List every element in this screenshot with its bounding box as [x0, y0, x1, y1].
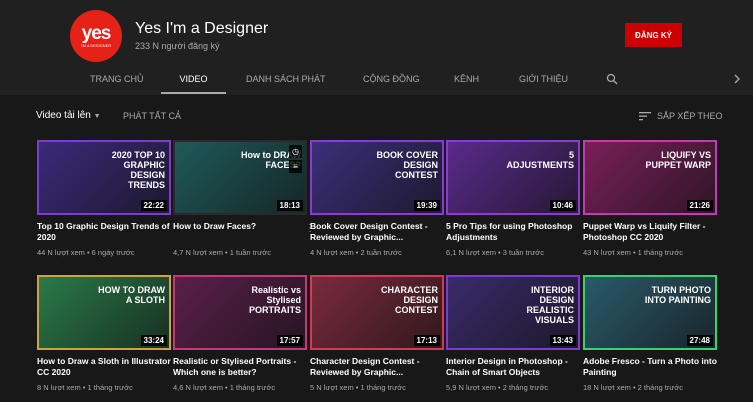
video-duration: 33:24	[140, 335, 167, 346]
video-thumbnail[interactable]: INTERIOR DESIGN REALISTIC VISUALS 13:43	[446, 275, 580, 350]
video-thumbnail[interactable]: 2020 TOP 10 GRAPHIC DESIGN TRENDS 22:22	[37, 140, 171, 215]
channel-header: yes I'M A DESIGNER Yes I'm a Designer 233…	[0, 0, 753, 95]
video-card[interactable]: CHARACTER DESIGN CONTEST 17:13 Character…	[310, 275, 444, 392]
video-title[interactable]: Realistic or Stylised Portraits - Which …	[173, 356, 307, 378]
video-title[interactable]: Top 10 Graphic Design Trends of 2020	[37, 221, 171, 243]
tab-videos[interactable]: VIDEO	[161, 72, 226, 94]
thumbnail-text: INTERIOR DESIGN REALISTIC VISUALS	[526, 285, 574, 325]
thumbnail-text: LIQUIFY VS PUPPET WARP	[645, 150, 711, 170]
video-card[interactable]: Realistic vs Stylised PORTRAITS 17:57 Re…	[173, 275, 307, 392]
video-toolbar: Video tải lên ▼ PHÁT TẤT CẢ SẮP XẾP THEO	[0, 110, 753, 126]
video-meta: 5 N lượt xem • 1 tháng trước	[310, 383, 406, 392]
video-duration: 13:43	[549, 335, 576, 346]
video-thumbnail[interactable]: CHARACTER DESIGN CONTEST 17:13	[310, 275, 444, 350]
thumbnail-text: TURN PHOTO INTO PAINTING	[644, 285, 711, 305]
video-meta: 6,1 N lượt xem • 3 tuần trước	[446, 248, 544, 257]
video-meta: 18 N lượt xem • 2 tháng trước	[583, 383, 684, 392]
video-thumbnail[interactable]: 5 ADJUSTMENTS 10:46	[446, 140, 580, 215]
tab-channels[interactable]: KÊNH	[454, 72, 479, 94]
video-duration: 19:39	[413, 200, 440, 211]
video-thumbnail[interactable]: TURN PHOTO INTO PAINTING 27:48	[583, 275, 717, 350]
thumbnail-text: HOW TO DRAW A SLOTH	[98, 285, 165, 305]
thumbnail-text: 2020 TOP 10 GRAPHIC DESIGN TRENDS	[111, 150, 165, 190]
search-icon[interactable]	[606, 73, 618, 85]
video-title[interactable]: How to Draw Faces?	[173, 221, 307, 243]
video-title[interactable]: Interior Design in Photoshop - Chain of …	[446, 356, 580, 378]
channel-avatar[interactable]: yes I'M A DESIGNER	[70, 10, 122, 62]
thumbnail-text: Realistic vs Stylised PORTRAITS	[248, 285, 301, 315]
video-title[interactable]: Book Cover Design Contest - Reviewed by …	[310, 221, 444, 243]
thumbnail-text: 5 ADJUSTMENTS	[506, 150, 574, 170]
video-title[interactable]: Adobe Fresco - Turn a Photo into Paintin…	[583, 356, 717, 378]
caret-down-icon: ▼	[93, 113, 101, 120]
video-meta: 5,9 N lượt xem • 2 tháng trước	[446, 383, 549, 392]
video-card[interactable]: INTERIOR DESIGN REALISTIC VISUALS 13:43 …	[446, 275, 580, 392]
channel-name: Yes I'm a Designer	[135, 20, 269, 37]
video-duration: 17:13	[413, 335, 440, 346]
channel-tabs: TRANG CHỦ VIDEO DANH SÁCH PHÁT CỘNG ĐỒNG…	[0, 72, 753, 94]
add-to-queue-icon[interactable]: ≡	[289, 160, 302, 173]
video-card[interactable]: TURN PHOTO INTO PAINTING 27:48 Adobe Fre…	[583, 275, 717, 392]
tab-community[interactable]: CỘNG ĐỒNG	[363, 72, 420, 94]
subscribe-button[interactable]: ĐĂNG KÝ	[625, 23, 682, 47]
tab-home[interactable]: TRANG CHỦ	[90, 72, 144, 94]
video-meta: 4 N lượt xem • 2 tuần trước	[310, 248, 402, 257]
video-thumbnail[interactable]: BOOK COVER DESIGN CONTEST 19:39	[310, 140, 444, 215]
sort-icon[interactable]	[639, 111, 651, 121]
video-meta: 43 N lượt xem • 1 tháng trước	[583, 248, 684, 257]
video-meta: 4,6 N lượt xem • 1 tháng trước	[173, 383, 276, 392]
video-card[interactable]: How to DRAW FACES? ◷ ≡ 18:13 How to Draw …	[173, 140, 315, 257]
video-duration: 10:46	[549, 200, 576, 211]
video-card[interactable]: BOOK COVER DESIGN CONTEST 19:39 Book Cov…	[310, 140, 444, 257]
video-duration: 17:57	[276, 335, 303, 346]
tab-about[interactable]: GIỚI THIỆU	[519, 72, 568, 94]
video-title[interactable]: How to Draw a Sloth in Illustrator CC 20…	[37, 356, 171, 378]
video-meta: 44 N lượt xem • 6 ngày trước	[37, 248, 135, 257]
subscriber-count: 233 N người đăng ký	[135, 41, 220, 51]
video-thumbnail[interactable]: Realistic vs Stylised PORTRAITS 17:57	[173, 275, 307, 350]
video-thumbnail[interactable]: HOW TO DRAW A SLOTH 33:24	[37, 275, 171, 350]
video-meta: 8 N lượt xem • 1 tháng trước	[37, 383, 133, 392]
tab-playlists[interactable]: DANH SÁCH PHÁT	[246, 72, 326, 94]
video-duration: 18:13	[276, 200, 303, 211]
uploads-dropdown[interactable]: Video tải lên ▼	[36, 110, 101, 121]
watch-later-icon[interactable]: ◷	[289, 145, 302, 158]
video-card[interactable]: 5 ADJUSTMENTS 10:46 5 Pro Tips for using…	[446, 140, 580, 257]
video-card[interactable]: HOW TO DRAW A SLOTH 33:24 How to Draw a …	[37, 275, 171, 392]
sort-button[interactable]: SẮP XẾP THEO	[657, 111, 723, 121]
chevron-right-icon[interactable]	[733, 74, 741, 84]
thumbnail-text: CHARACTER DESIGN CONTEST	[381, 285, 438, 315]
video-thumbnail[interactable]: LIQUIFY VS PUPPET WARP 21:26	[583, 140, 717, 215]
video-title[interactable]: Character Design Contest - Reviewed by G…	[310, 356, 444, 378]
video-meta: 4,7 N lượt xem • 1 tuần trước	[173, 248, 271, 257]
thumbnail-text: BOOK COVER DESIGN CONTEST	[376, 150, 438, 180]
video-thumbnail[interactable]: How to DRAW FACES? ◷ ≡ 18:13	[173, 140, 307, 215]
play-all-button[interactable]: PHÁT TẤT CẢ	[123, 111, 181, 121]
video-card[interactable]: 2020 TOP 10 GRAPHIC DESIGN TRENDS 22:22 …	[37, 140, 171, 257]
video-title[interactable]: 5 Pro Tips for using Photoshop Adjustmen…	[446, 221, 580, 243]
video-duration: 27:48	[686, 335, 713, 346]
video-card[interactable]: LIQUIFY VS PUPPET WARP 21:26 Puppet Warp…	[583, 140, 717, 257]
video-duration: 22:22	[140, 200, 167, 211]
video-duration: 21:26	[686, 200, 713, 211]
video-title[interactable]: Puppet Warp vs Liquify Filter - Photosho…	[583, 221, 717, 243]
